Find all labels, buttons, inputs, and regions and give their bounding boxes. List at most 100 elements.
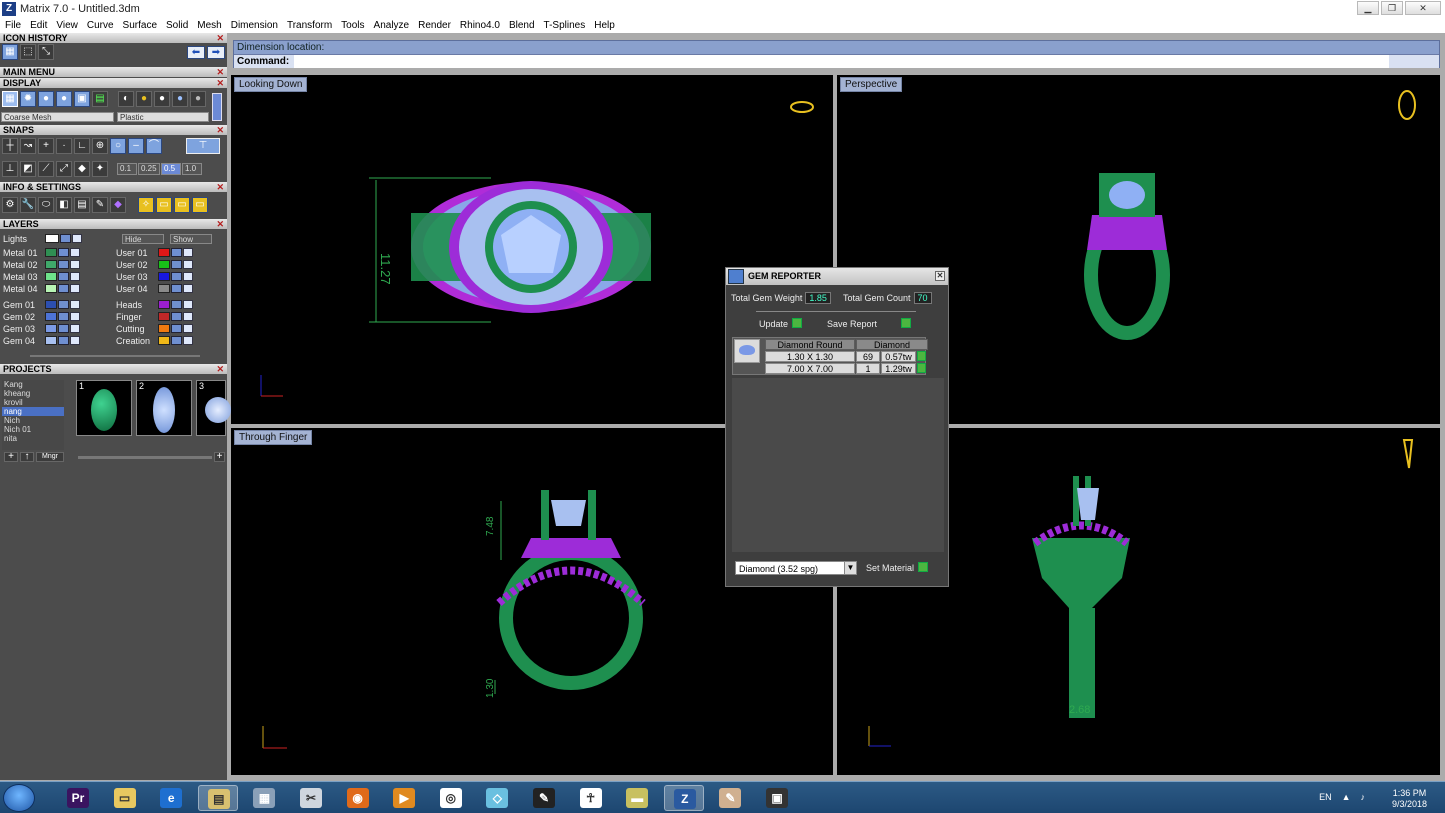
mesh-quality-select[interactable]: Coarse Mesh bbox=[1, 112, 114, 122]
layer-color-swatch[interactable] bbox=[158, 300, 170, 309]
menu-surface[interactable]: Surface bbox=[123, 20, 157, 31]
close-icon[interactable]: ✕ bbox=[216, 364, 224, 374]
taskbar-matrix-icon[interactable]: Z bbox=[663, 785, 704, 811]
visibility-toggle[interactable] bbox=[70, 324, 80, 333]
project-thumb-2[interactable]: 2 bbox=[136, 380, 192, 436]
lock-icon[interactable] bbox=[171, 284, 182, 293]
menu-curve[interactable]: Curve bbox=[87, 20, 114, 31]
layer-color-swatch[interactable] bbox=[45, 260, 57, 269]
gold-sphere-icon[interactable]: ● bbox=[136, 91, 152, 107]
language-indicator[interactable]: EN bbox=[1319, 792, 1332, 802]
gem-box-icon[interactable]: ◆ bbox=[110, 197, 126, 213]
snap-value-1[interactable]: 0.1 bbox=[117, 163, 137, 175]
up-arrow-icon[interactable]: ↑ bbox=[20, 452, 34, 462]
layer-row[interactable]: Metal 01 bbox=[3, 247, 80, 258]
project-item[interactable]: Nich 01 bbox=[2, 425, 64, 434]
lock-icon[interactable] bbox=[58, 272, 69, 281]
close-icon[interactable]: ✕ bbox=[216, 219, 224, 229]
layer-color-swatch[interactable] bbox=[45, 336, 57, 345]
layer-1-icon[interactable]: ▭ bbox=[156, 197, 172, 213]
snap-value-4[interactable]: 1.0 bbox=[182, 163, 202, 175]
project-item[interactable]: nita bbox=[2, 434, 64, 443]
snaps-header[interactable]: SNAPS ✕ bbox=[0, 125, 227, 135]
layer-row[interactable]: User 03 bbox=[116, 271, 193, 282]
project-item[interactable]: Nich bbox=[2, 416, 64, 425]
layer-color-swatch[interactable] bbox=[158, 324, 170, 333]
layer-view-icon[interactable]: ▤ bbox=[92, 91, 108, 107]
taskbar-sticky-icon[interactable]: ▬ bbox=[617, 785, 657, 811]
row1-go-icon[interactable] bbox=[917, 351, 926, 361]
lights-box[interactable] bbox=[72, 234, 82, 243]
layer-row[interactable]: Gem 03 bbox=[3, 323, 80, 334]
menu-tsplines[interactable]: T-Splines bbox=[544, 20, 586, 31]
layer-color-swatch[interactable] bbox=[45, 300, 57, 309]
menu-view[interactable]: View bbox=[56, 20, 78, 31]
taskbar-notes-icon[interactable]: ◇ bbox=[477, 785, 517, 811]
lock-icon[interactable] bbox=[171, 260, 182, 269]
icon-history-header[interactable]: ICON HISTORY ✕ bbox=[0, 33, 227, 43]
snap-diamond-icon[interactable]: ◆ bbox=[74, 161, 90, 177]
layer-row[interactable]: Gem 02 bbox=[3, 311, 80, 322]
layer-row[interactable]: Finger bbox=[116, 311, 193, 322]
lock-icon[interactable] bbox=[58, 312, 69, 321]
restore-button[interactable]: ❐ bbox=[1381, 1, 1403, 15]
snap-diag-icon[interactable]: ⤢ bbox=[56, 161, 72, 177]
row2-go-icon[interactable] bbox=[917, 363, 926, 373]
snap-mid-icon[interactable]: – bbox=[128, 138, 144, 154]
taskbar-ie-icon[interactable]: e bbox=[151, 785, 191, 811]
layer-row[interactable]: Metal 04 bbox=[3, 283, 80, 294]
snap-toggle-button[interactable]: ⊤ bbox=[186, 138, 220, 154]
snap-curve-icon[interactable]: ↝ bbox=[20, 138, 36, 154]
menu-solid[interactable]: Solid bbox=[166, 20, 188, 31]
lock-icon[interactable] bbox=[171, 248, 182, 257]
layer-row[interactable]: User 04 bbox=[116, 283, 193, 294]
project-thumb-3[interactable]: 3 bbox=[196, 380, 231, 436]
command-input[interactable] bbox=[294, 55, 1389, 68]
layer-row[interactable]: Heads bbox=[116, 299, 193, 310]
snap-center-icon[interactable]: ⊕ bbox=[92, 138, 108, 154]
hide-button[interactable]: Hide bbox=[122, 234, 164, 244]
lock-icon[interactable] bbox=[58, 336, 69, 345]
visibility-toggle[interactable] bbox=[183, 272, 193, 281]
taskbar-paint-icon[interactable]: ✎ bbox=[710, 785, 750, 811]
layer-row[interactable]: Creation bbox=[116, 335, 193, 346]
visibility-toggle[interactable] bbox=[183, 248, 193, 257]
taskbar-firefox-icon[interactable]: ◉ bbox=[338, 785, 378, 811]
taskbar-media-icon[interactable]: ▶ bbox=[384, 785, 424, 811]
show-button[interactable]: Show bbox=[170, 234, 212, 244]
close-icon[interactable]: ✕ bbox=[216, 33, 224, 43]
close-icon[interactable]: ✕ bbox=[216, 67, 224, 77]
taskbar-premiere-icon[interactable]: Pr bbox=[58, 785, 98, 811]
layer-row[interactable]: Gem 01 bbox=[3, 299, 80, 310]
white-sphere-icon[interactable]: ● bbox=[154, 91, 170, 107]
project-item[interactable]: nang bbox=[2, 407, 64, 416]
projects-list[interactable]: Kang kheang krovil nang Nich Nich 01 nita bbox=[2, 380, 64, 450]
layer-row[interactable]: Gem 04 bbox=[3, 335, 80, 346]
display-slider[interactable] bbox=[212, 93, 222, 121]
main-menu-header[interactable]: MAIN MENU ✕ bbox=[0, 67, 227, 77]
close-icon[interactable]: ✕ bbox=[216, 182, 224, 192]
menu-help[interactable]: Help bbox=[594, 20, 615, 31]
menu-blend[interactable]: Blend bbox=[509, 20, 535, 31]
shaded-sphere-icon[interactable]: ● bbox=[38, 91, 54, 107]
clock[interactable]: 1:36 PM 9/3/2018 bbox=[1392, 788, 1427, 810]
snap-line-icon[interactable]: ⟋ bbox=[38, 161, 54, 177]
lock-icon[interactable] bbox=[171, 300, 182, 309]
wrench-icon[interactable]: 🔧 bbox=[20, 197, 36, 213]
layer-color-swatch[interactable] bbox=[158, 284, 170, 293]
layer-color-swatch[interactable] bbox=[158, 336, 170, 345]
lock-icon[interactable] bbox=[58, 260, 69, 269]
close-icon[interactable]: ✕ bbox=[216, 78, 224, 88]
render-icon[interactable]: ✹ bbox=[20, 91, 36, 107]
snap-value-3[interactable]: 0.5 bbox=[161, 163, 181, 175]
visibility-toggle[interactable] bbox=[183, 324, 193, 333]
close-button[interactable]: ✕ bbox=[1405, 1, 1441, 15]
menu-render[interactable]: Render bbox=[418, 20, 451, 31]
project-thumb-1[interactable]: 1 bbox=[76, 380, 132, 436]
projects-header[interactable]: PROJECTS ✕ bbox=[0, 364, 227, 374]
visibility-toggle[interactable] bbox=[70, 336, 80, 345]
visibility-toggle[interactable] bbox=[183, 284, 193, 293]
layer-color-swatch[interactable] bbox=[45, 324, 57, 333]
layer-row[interactable]: User 02 bbox=[116, 259, 193, 270]
add-project-icon[interactable]: + bbox=[4, 452, 18, 462]
